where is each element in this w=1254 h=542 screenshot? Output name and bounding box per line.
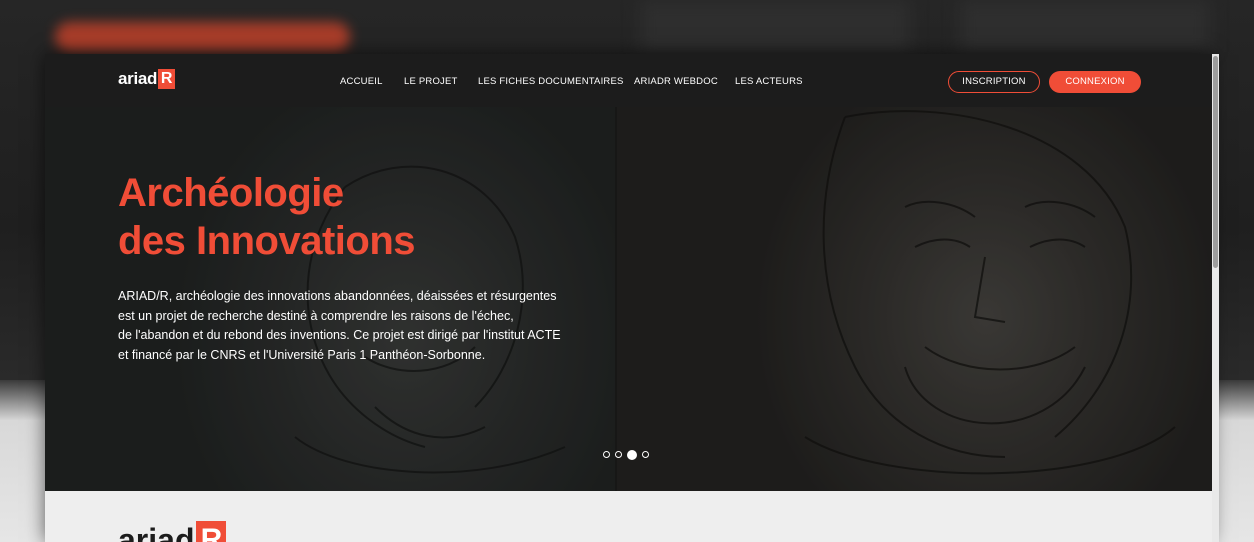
top-navigation: ariad R ACCUEIL LE PROJET LES FICHES DOC… bbox=[45, 54, 1212, 107]
connexion-button[interactable]: CONNEXION bbox=[1049, 71, 1141, 93]
section-logo-word: ariad bbox=[118, 522, 195, 542]
inscription-button[interactable]: INSCRIPTION bbox=[948, 71, 1040, 93]
carousel-dots bbox=[603, 449, 649, 460]
carousel-dot[interactable] bbox=[603, 451, 610, 458]
hero-slider: Archéologie des Innovations ARIAD/R, arc… bbox=[45, 107, 1212, 491]
backdrop-blur-block bbox=[960, 0, 1210, 52]
hero-title-line: des Innovations bbox=[118, 219, 416, 263]
scrollbar-thumb[interactable] bbox=[1213, 56, 1218, 268]
nav-item-ariadr-webdoc[interactable]: ARIADR WEBDOC bbox=[634, 76, 718, 87]
section-logo: ariad R bbox=[118, 521, 227, 542]
hero-description-line: et financé par le CNRS et l'Université P… bbox=[118, 347, 486, 362]
carousel-dot[interactable] bbox=[642, 451, 649, 458]
scrollbar[interactable] bbox=[1212, 54, 1219, 542]
section-logo-box: R bbox=[196, 521, 227, 542]
nav-item-les-acteurs[interactable]: LES ACTEURS bbox=[735, 76, 803, 87]
carousel-dot[interactable] bbox=[627, 449, 637, 460]
site-logo[interactable]: ariad R bbox=[118, 69, 176, 89]
hero-description-line: de l'abandon et du rebond des inventions… bbox=[118, 328, 561, 342]
hero-title-line: Archéologie bbox=[118, 171, 344, 215]
nav-item-le-projet[interactable]: LE PROJET bbox=[404, 76, 458, 87]
site-window: ariad R ACCUEIL LE PROJET LES FICHES DOC… bbox=[45, 54, 1212, 542]
hero-description-line: est un projet de recherche destiné à com… bbox=[118, 308, 514, 323]
logo-box: R bbox=[158, 69, 176, 89]
nav-item-accueil[interactable]: ACCUEIL bbox=[340, 76, 383, 87]
logo-word: ariad bbox=[118, 69, 158, 88]
hero-description-line: ARIAD/R, archéologie des innovations aba… bbox=[118, 289, 557, 303]
carousel-dot[interactable] bbox=[615, 451, 622, 458]
backdrop-blur-pill bbox=[55, 22, 350, 52]
backdrop-blur-block bbox=[640, 0, 910, 52]
nav-item-les-fiches-documentaires[interactable]: LES FICHES DOCUMENTAIRES bbox=[478, 76, 624, 87]
hero-title: Archéologie des Innovations bbox=[118, 169, 416, 265]
hero-description: ARIAD/R, archéologie des innovations aba… bbox=[118, 287, 588, 365]
